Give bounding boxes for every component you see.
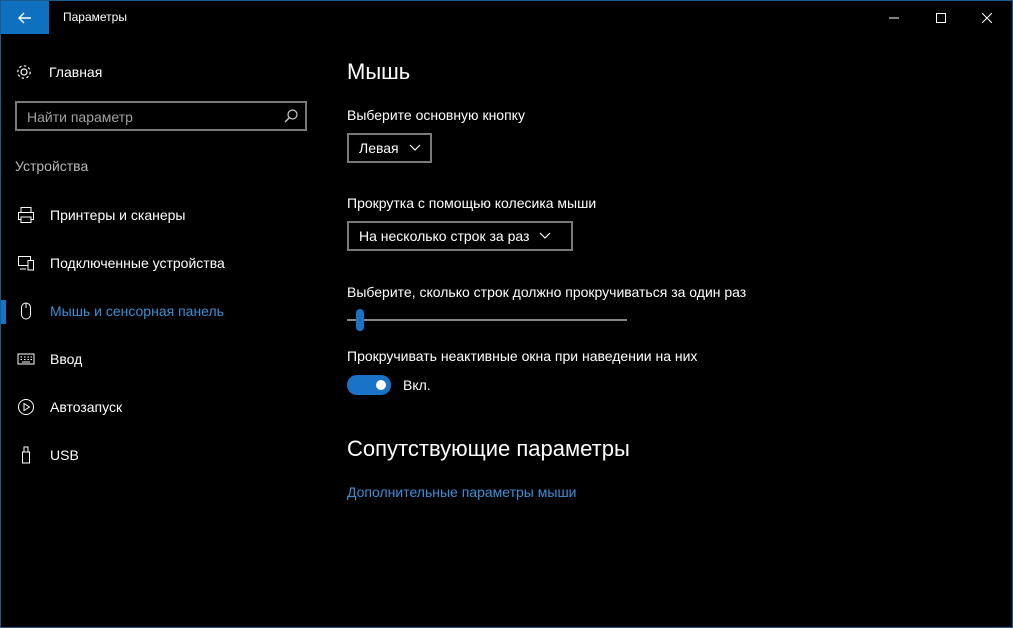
search-input[interactable]: Найти параметр [15,101,307,131]
primary-button-label: Выберите основную кнопку [347,107,525,123]
primary-button-value: Левая [359,140,399,156]
lines-slider-thumb[interactable] [356,309,365,331]
sidebar-item-label: Подключенные устройства [50,255,225,271]
close-icon [982,12,992,23]
home-link[interactable]: Главная [15,60,102,84]
minimize-button[interactable] [871,1,917,34]
sidebar-item-autoplay[interactable]: Автозапуск [1,387,323,427]
title-bar: Параметры [1,1,1012,34]
autoplay-icon [18,399,34,415]
chevron-down-icon [409,144,421,151]
lines-slider-track[interactable] [347,319,627,321]
sidebar-item-printers[interactable]: Принтеры и сканеры [1,195,323,235]
toggle-knob [376,380,386,390]
maximize-button[interactable] [918,1,964,34]
keyboard-icon [17,353,35,365]
devices-icon [18,256,34,271]
sidebar-item-label: Мышь и сенсорная панель [50,303,224,319]
inactive-scroll-toggle[interactable] [347,375,391,395]
primary-button-select[interactable]: Левая [347,133,432,163]
sidebar-item-label: Ввод [50,351,83,367]
scroll-mode-value: На несколько строк за раз [359,228,530,244]
back-button[interactable] [1,1,49,34]
toggle-state-label: Вкл. [403,377,431,393]
settings-window: Параметры Главная Найти параметр Устройс… [0,0,1013,628]
main-content: Мышь Выберите основную кнопку Левая Прок… [347,34,1007,627]
active-indicator [1,300,6,324]
gear-icon [17,65,31,79]
printer-icon [18,207,34,223]
minimize-icon [889,17,899,18]
window-title: Параметры [63,10,127,24]
page-title: Мышь [347,59,411,84]
sidebar: Главная Найти параметр Устройства Принте… [1,34,323,627]
additional-mouse-options-link[interactable]: Дополнительные параметры мыши [347,484,577,500]
inactive-scroll-label: Прокручивать неактивные окна при наведен… [347,348,698,364]
scroll-mode-select[interactable]: На несколько строк за раз [347,221,573,251]
search-placeholder: Найти параметр [27,109,133,125]
back-arrow-icon [18,12,31,23]
lines-slider-label: Выберите, сколько строк должно прокручив… [347,284,747,300]
sidebar-item-label: USB [50,447,79,463]
sidebar-item-usb[interactable]: USB [1,435,323,475]
usb-icon [22,446,30,464]
related-settings-title: Сопутствующие параметры [347,436,630,461]
home-label: Главная [49,64,103,80]
mouse-icon [21,302,31,320]
sidebar-item-label: Принтеры и сканеры [50,207,186,223]
section-title: Устройства [15,158,89,174]
close-button[interactable] [964,1,1010,34]
maximize-icon [936,12,946,23]
sidebar-item-connected-devices[interactable]: Подключенные устройства [1,243,323,283]
sidebar-item-typing[interactable]: Ввод [1,339,323,379]
chevron-down-icon [539,232,551,239]
sidebar-item-mouse[interactable]: Мышь и сенсорная панель [1,291,323,331]
scroll-mode-label: Прокрутка с помощью колесика мыши [347,195,597,211]
search-icon [284,109,298,123]
sidebar-item-label: Автозапуск [50,399,123,415]
